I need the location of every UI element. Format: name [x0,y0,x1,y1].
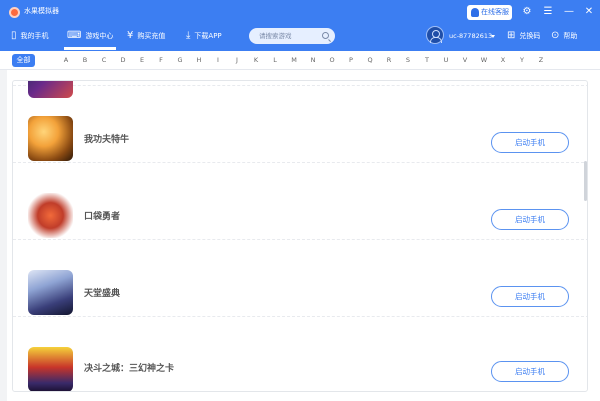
menu-icon[interactable]: ☰ [540,4,556,20]
filter-letter[interactable]: I [213,54,223,67]
filter-letter[interactable]: D [118,54,128,67]
gift-icon: ⊞ [507,30,516,41]
settings-gear-icon[interactable]: ⚙ [519,4,535,20]
filter-letter[interactable]: Y [517,54,527,67]
filter-letter[interactable]: Z [536,54,546,67]
game-thumbnail [28,270,73,315]
filter-letter[interactable]: O [327,54,337,67]
launch-phone-button[interactable]: 启动手机 [491,209,569,230]
game-name: 天堂盛典 [84,289,121,299]
game-name: 决斗之城：三幻神之卡 [84,364,175,374]
alphabet-filter-bar: 全部 A B C D E F G H I J K L M N O P Q R S… [0,51,600,70]
list-item: 决斗之城：三幻神之卡 启动手机 [13,317,587,391]
filter-letter[interactable]: A [61,54,71,67]
search-placeholder: 请搜索游戏 [259,32,292,40]
filter-letter[interactable]: U [441,54,451,67]
filter-letter[interactable]: X [498,54,508,67]
app-logo-icon [9,7,20,18]
game-thumbnail [28,193,73,238]
game-thumbnail [28,116,73,161]
filter-letter[interactable]: W [479,54,489,67]
gamepad-icon: ⌨ [67,30,82,41]
launch-phone-button[interactable]: 启动手机 [491,132,569,153]
nav-my-phone[interactable]: ▯ 我的手机 [11,26,49,46]
launch-phone-button[interactable]: 启动手机 [491,286,569,307]
nav-my-phone-label: 我的手机 [20,32,49,40]
left-edge [0,70,7,401]
filter-letter[interactable]: F [156,54,166,67]
filter-letter[interactable]: K [251,54,261,67]
avatar[interactable] [426,26,444,44]
filter-letter[interactable]: G [175,54,185,67]
game-list: 我功夫特牛 启动手机 口袋勇者 启动手机 天堂盛典 启动手机 决斗之城：三幻神之… [12,80,588,392]
nav-game-center[interactable]: ⌨ 游戏中心 [67,26,113,46]
help-label: 帮助 [563,32,578,40]
chevron-down-icon[interactable] [491,35,495,38]
game-name: 我功夫特牛 [84,135,130,145]
redeem-code-button[interactable]: ⊞ 兑换码 [507,26,540,46]
nav-active-indicator [64,47,116,50]
nav-download-app-label: 下载APP [194,32,222,40]
yen-coin-icon: ¥ [127,30,134,41]
search-input[interactable]: 请搜索游戏 [249,28,335,44]
nav-game-center-label: 游戏中心 [85,32,114,40]
download-icon: ⤓ [186,30,191,41]
top-bar: 水果模拟器 在线客服 ⚙ ☰ — ✕ ▯ 我的手机 ⌨ 游戏中心 ¥ 购买充值 … [0,0,600,51]
nav-download-app[interactable]: ⤓ 下载APP [186,26,222,46]
search-icon[interactable] [322,32,329,39]
filter-letter[interactable]: C [99,54,109,67]
filter-all[interactable]: 全部 [12,54,35,67]
launch-phone-button[interactable]: 启动手机 [491,361,569,382]
filter-letter[interactable]: L [270,54,280,67]
filter-letter[interactable]: R [384,54,394,67]
online-support-button[interactable]: 在线客服 [467,5,512,20]
close-icon[interactable]: ✕ [581,4,597,20]
online-support-label: 在线客服 [481,8,509,16]
help-icon: ⊙ [551,30,560,41]
filter-letter[interactable]: J [232,54,242,67]
filter-letter[interactable]: S [403,54,413,67]
game-thumbnail [28,347,73,391]
filter-letter[interactable]: B [80,54,90,67]
filter-letter[interactable]: M [289,54,299,67]
title-bar: 水果模拟器 在线客服 ⚙ ☰ — ✕ [0,0,600,24]
redeem-code-label: 兑换码 [519,32,541,40]
filter-letter[interactable]: T [422,54,432,67]
list-item: 我功夫特牛 启动手机 [13,86,587,163]
filter-letter[interactable]: P [346,54,356,67]
app-title: 水果模拟器 [24,7,59,15]
filter-letter[interactable]: E [137,54,147,67]
game-name: 口袋勇者 [84,212,121,222]
minimize-icon[interactable]: — [561,4,577,20]
filter-letter[interactable]: H [194,54,204,67]
nav-purchase[interactable]: ¥ 购买充值 [127,26,165,46]
filter-letter[interactable]: V [460,54,470,67]
filter-letter[interactable]: N [308,54,318,67]
scrollbar[interactable] [584,161,587,201]
username[interactable]: uc-87782613 [449,31,492,41]
list-item: 天堂盛典 启动手机 [13,240,587,317]
nav-purchase-label: 购买充值 [137,32,166,40]
filter-letter[interactable]: Q [365,54,375,67]
list-item: 口袋勇者 启动手机 [13,163,587,240]
help-button[interactable]: ⊙ 帮助 [551,26,577,46]
phone-icon: ▯ [11,30,17,41]
headset-icon [471,8,479,17]
